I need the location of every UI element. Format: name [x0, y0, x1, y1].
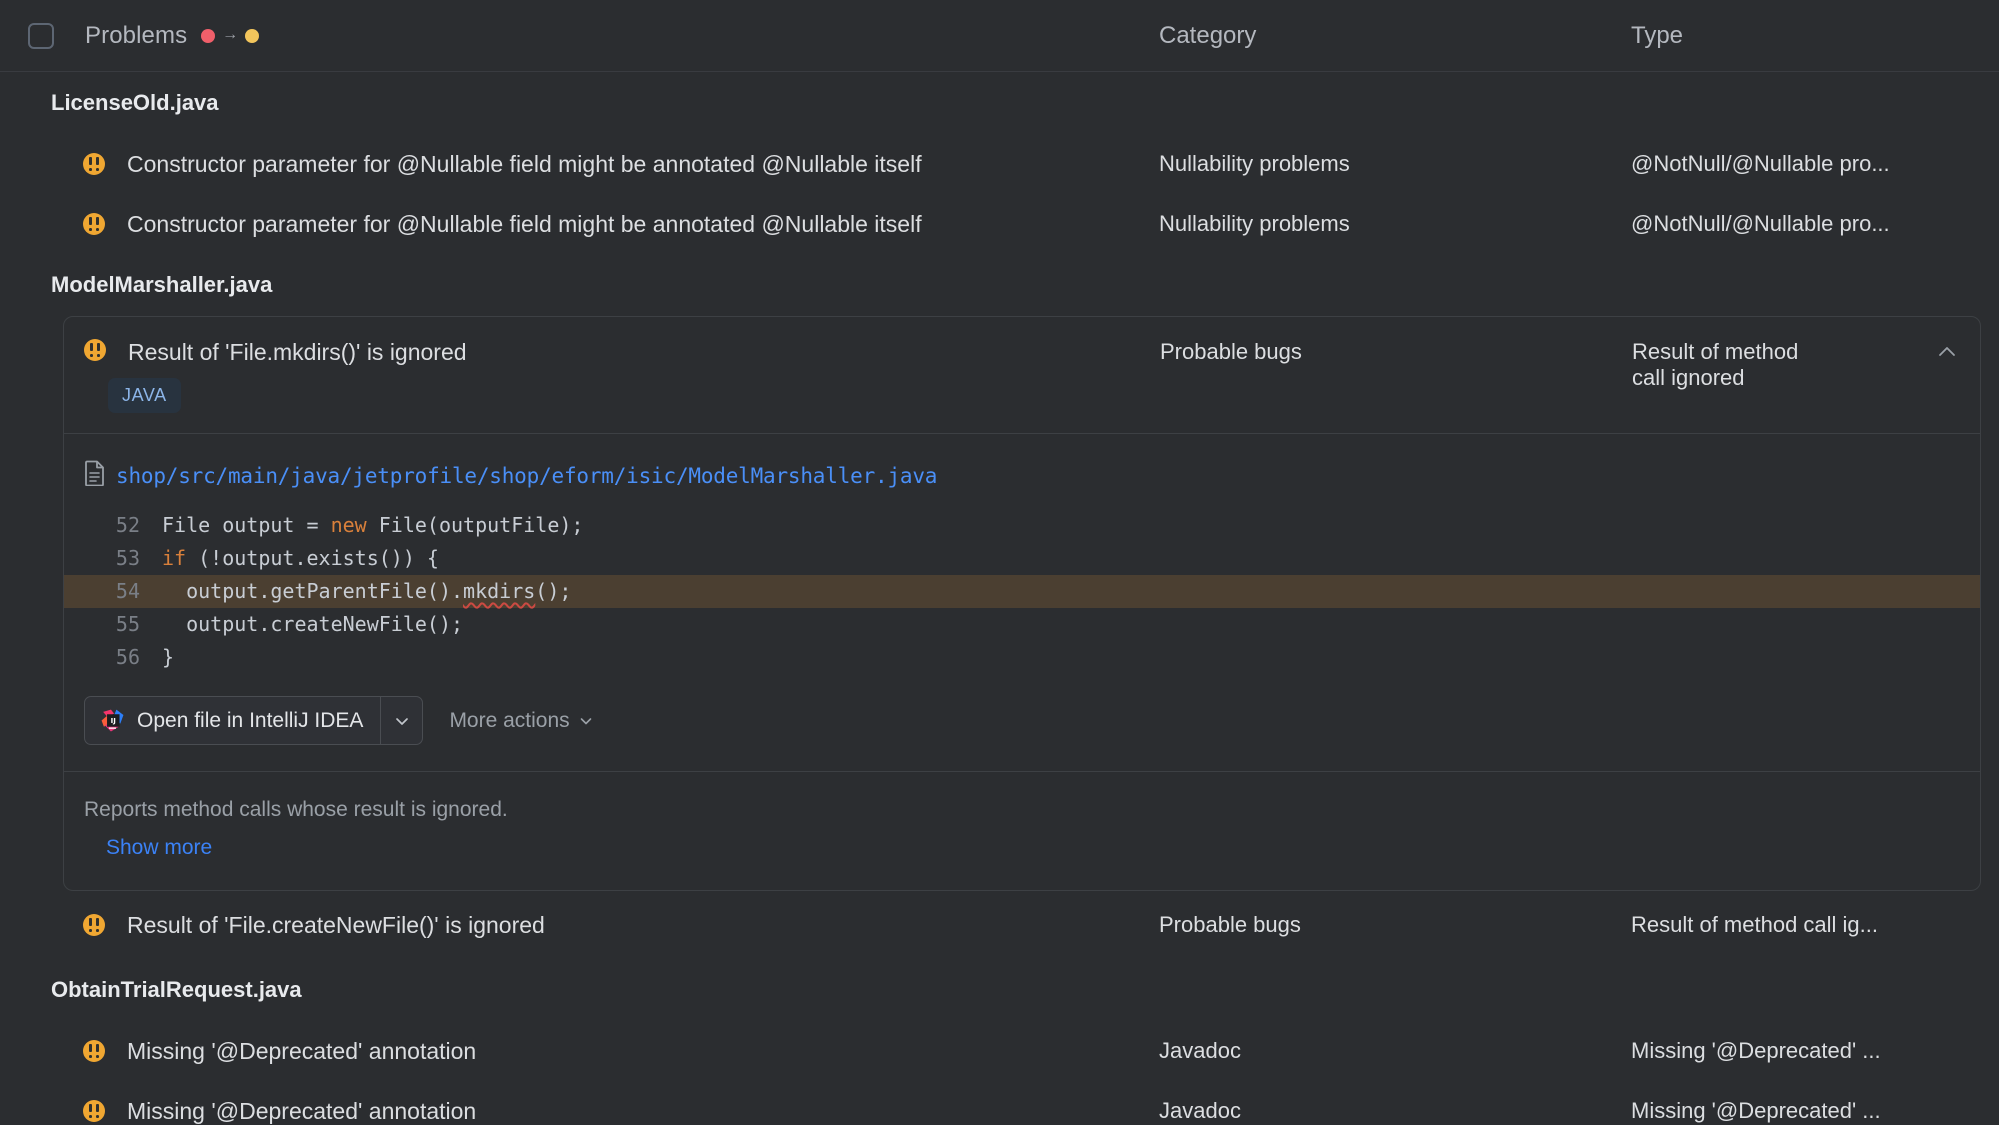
- line-number: 54: [115, 579, 140, 603]
- error-dot-icon: [201, 28, 216, 43]
- arrow-right-icon: →: [222, 25, 239, 43]
- code-line: 52 File output = new File(outputFile);: [64, 509, 1980, 542]
- code-line: 53 if (!output.exists()) {: [64, 542, 1980, 575]
- open-file-dropdown-toggle[interactable]: [380, 697, 422, 744]
- inspection-description-panel: Reports method calls whose result is ign…: [64, 771, 1980, 890]
- problem-category: Probable bugs: [1159, 912, 1301, 937]
- intellij-idea-icon: IJ: [100, 708, 125, 733]
- warning-icon: [83, 914, 105, 936]
- problem-message: Result of 'File.createNewFile()' is igno…: [127, 911, 545, 938]
- code-path-row[interactable]: shop/src/main/java/jetprofile/shop/eform…: [64, 460, 1980, 491]
- problem-category: Nullability problems: [1159, 151, 1350, 176]
- select-all-checkbox[interactable]: [28, 22, 54, 49]
- chevron-up-icon[interactable]: [1936, 341, 1958, 363]
- more-actions-button[interactable]: More actions: [449, 709, 593, 733]
- problems-panel: Problems → Category Type LicenseOld.java…: [0, 0, 1999, 1125]
- problem-message: Constructor parameter for @Nullable fiel…: [127, 210, 922, 237]
- warning-icon: [83, 1100, 105, 1122]
- problem-row[interactable]: Missing '@Deprecated' annotation Javadoc…: [0, 1081, 1999, 1125]
- svg-text:IJ: IJ: [111, 716, 116, 725]
- problem-category: Probable bugs: [1160, 339, 1302, 364]
- code-preview: shop/src/main/java/jetprofile/shop/eform…: [64, 434, 1980, 696]
- action-bar: IJ Open file in IntelliJ IDEA More actio…: [64, 696, 1980, 771]
- file-group-header[interactable]: LicenseOld.java: [0, 72, 1999, 134]
- warning-icon: [84, 339, 106, 366]
- problem-row[interactable]: Constructor parameter for @Nullable fiel…: [0, 194, 1999, 254]
- problem-category: Javadoc: [1159, 1038, 1241, 1063]
- problems-list: LicenseOld.java Constructor parameter fo…: [0, 72, 1999, 1125]
- line-number: 55: [115, 612, 140, 636]
- open-file-button[interactable]: IJ Open file in IntelliJ IDEA: [85, 697, 380, 744]
- code-line: 55 output.createNewFile();: [64, 608, 1980, 641]
- code-lines: 52 File output = new File(outputFile); 5…: [64, 509, 1980, 674]
- problem-type: Result of method call ignored: [1632, 339, 1799, 390]
- problem-category: Nullability problems: [1159, 211, 1350, 236]
- code-line-text: output.createNewFile();: [162, 612, 464, 636]
- warning-icon: [83, 213, 105, 235]
- problem-row[interactable]: Result of 'File.createNewFile()' is igno…: [0, 891, 1999, 959]
- more-actions-label: More actions: [449, 708, 570, 732]
- problems-header: Problems → Category Type: [0, 0, 1999, 72]
- column-header-category[interactable]: Category: [1159, 22, 1256, 50]
- problem-type: Result of method call ig...: [1631, 912, 1879, 937]
- problem-type: Missing '@Deprecated' ...: [1631, 1038, 1881, 1063]
- problem-row[interactable]: Missing '@Deprecated' annotation Javadoc…: [0, 1021, 1999, 1081]
- problem-row[interactable]: Constructor parameter for @Nullable fiel…: [0, 134, 1999, 194]
- problem-type: Missing '@Deprecated' ...: [1631, 1098, 1881, 1123]
- problem-type: @NotNull/@Nullable pro...: [1631, 151, 1890, 176]
- problem-type: @NotNull/@Nullable pro...: [1631, 211, 1890, 236]
- page-title: Problems: [85, 21, 188, 49]
- file-group-header[interactable]: ObtainTrialRequest.java: [0, 959, 1999, 1021]
- problem-message: Result of 'File.mkdirs()' is ignored: [128, 339, 467, 365]
- file-icon: [84, 460, 106, 491]
- warning-icon: [83, 153, 105, 175]
- column-header-type[interactable]: Type: [1631, 22, 1683, 50]
- code-line: 56 }: [64, 641, 1980, 674]
- problem-message: Missing '@Deprecated' annotation: [127, 1097, 477, 1124]
- show-more-link[interactable]: Show more: [106, 836, 212, 860]
- code-line-highlighted: 54 output.getParentFile().mkdirs();: [64, 575, 1980, 608]
- severity-flow: →: [201, 25, 260, 44]
- problem-category: Javadoc: [1159, 1098, 1241, 1123]
- code-line-text: if (!output.exists()) {: [162, 546, 439, 570]
- expanded-problem-card: Result of 'File.mkdirs()' is ignored JAV…: [63, 316, 1981, 891]
- open-file-button-label: Open file in IntelliJ IDEA: [137, 708, 364, 732]
- inspection-description-text: Reports method calls whose result is ign…: [84, 798, 508, 821]
- expanded-problem-header[interactable]: Result of 'File.mkdirs()' is ignored JAV…: [64, 317, 1980, 433]
- line-number: 56: [115, 645, 140, 669]
- open-file-split-button[interactable]: IJ Open file in IntelliJ IDEA: [84, 696, 424, 745]
- code-file-path-link[interactable]: shop/src/main/java/jetprofile/shop/eform…: [116, 464, 937, 488]
- warning-icon: [83, 1040, 105, 1062]
- warning-dot-icon: [245, 28, 260, 43]
- problem-message: Missing '@Deprecated' annotation: [127, 1037, 477, 1064]
- language-tag: JAVA: [108, 378, 181, 413]
- code-line-text: output.getParentFile().mkdirs();: [162, 579, 572, 603]
- code-line-text: }: [162, 645, 175, 669]
- file-group-header[interactable]: ModelMarshaller.java: [0, 254, 1999, 316]
- line-number: 53: [115, 546, 140, 570]
- line-number: 52: [115, 513, 140, 537]
- chevron-down-icon: [580, 717, 591, 724]
- code-line-text: File output = new File(outputFile);: [162, 513, 584, 537]
- problem-message: Constructor parameter for @Nullable fiel…: [127, 150, 922, 177]
